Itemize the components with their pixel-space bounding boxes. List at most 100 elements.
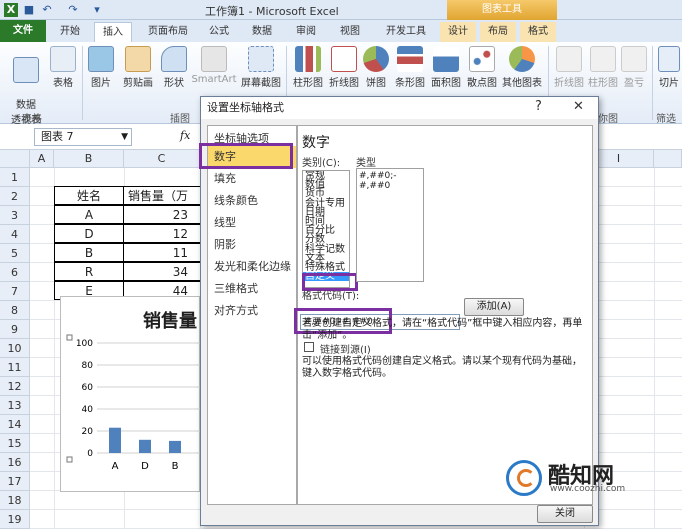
- column-header-c[interactable]: C: [124, 150, 200, 168]
- nav-item[interactable]: 线型: [208, 212, 296, 234]
- sales-chart[interactable]: 销售量 100 80 60 40 20 0 A D B: [60, 296, 201, 492]
- table-cell-name[interactable]: D: [54, 224, 124, 243]
- screenshot-button[interactable]: 屏幕截图: [238, 46, 284, 89]
- table-header-name[interactable]: 姓名: [54, 186, 124, 205]
- customize-toolbar-icon[interactable]: ▾: [90, 3, 104, 17]
- type-item[interactable]: #,##0;-#,##0: [359, 171, 421, 191]
- close-icon[interactable]: ✕: [573, 99, 584, 114]
- row-header[interactable]: 12: [0, 377, 30, 396]
- axis-selection-handle[interactable]: [66, 456, 73, 463]
- row-header[interactable]: 15: [0, 434, 30, 453]
- tab-review[interactable]: 审阅: [288, 22, 324, 42]
- tab-data[interactable]: 数据: [244, 22, 280, 42]
- column-header-a[interactable]: A: [30, 150, 54, 168]
- table-cell-name[interactable]: R: [54, 262, 124, 281]
- nav-item[interactable]: 填充: [208, 168, 296, 190]
- help-icon[interactable]: ?: [535, 99, 542, 114]
- row-header[interactable]: 9: [0, 320, 30, 339]
- nav-item[interactable]: 三维格式: [208, 278, 296, 300]
- row-header[interactable]: 13: [0, 396, 30, 415]
- chevron-down-icon[interactable]: ▼: [121, 129, 128, 145]
- shapes-button[interactable]: 形状: [160, 46, 188, 89]
- tab-formulas[interactable]: 公式: [202, 22, 236, 42]
- line-chart-button[interactable]: 折线图: [326, 46, 362, 89]
- scatter-chart-button[interactable]: 散点图: [464, 46, 500, 89]
- table-cell-sales[interactable]: 34: [123, 262, 201, 281]
- row-header[interactable]: 3: [0, 206, 30, 225]
- undo-icon[interactable]: ↶: [40, 3, 54, 17]
- note-text: 可以使用格式代码创建自定义格式。请以某个现有代码为基础，键入数字格式代码。: [302, 356, 582, 379]
- column-header-b[interactable]: B: [54, 150, 124, 168]
- slicer-button[interactable]: 切片: [656, 46, 682, 89]
- chart-bar[interactable]: [169, 440, 181, 453]
- row-header[interactable]: 5: [0, 244, 30, 263]
- row-header[interactable]: 8: [0, 301, 30, 320]
- table-button[interactable]: 表格: [48, 46, 78, 89]
- column-chart-icon: [295, 46, 321, 72]
- row-header[interactable]: 1: [0, 168, 30, 187]
- row-header[interactable]: 2: [0, 187, 30, 206]
- table-cell-sales[interactable]: 12: [123, 224, 201, 243]
- category-list[interactable]: 常规 数值 货币 会计专用 日期 时间 百分比 分数 科学记数 文本 特殊格式 自定义: [302, 170, 350, 288]
- panel-title: 数字: [302, 135, 330, 151]
- column-header-j[interactable]: [654, 150, 682, 168]
- pie-chart-button[interactable]: 饼图: [362, 46, 390, 89]
- select-all-corner[interactable]: [0, 150, 30, 168]
- row-header[interactable]: 10: [0, 339, 30, 358]
- group-label-filter: 筛选: [656, 114, 676, 125]
- table-cell-sales[interactable]: 11: [123, 243, 201, 262]
- type-list[interactable]: #,##0;-#,##0: [356, 168, 424, 282]
- sparkline-line-icon: [556, 46, 582, 72]
- redo-icon[interactable]: ↷: [66, 3, 80, 17]
- tab-page-layout[interactable]: 页面布局: [140, 22, 196, 42]
- nav-item[interactable]: 线条颜色: [208, 190, 296, 212]
- sparkline-winloss-button[interactable]: 盈亏: [620, 46, 648, 89]
- nav-item[interactable]: 发光和柔化边缘: [208, 256, 296, 278]
- save-icon[interactable]: ■: [22, 3, 36, 17]
- tab-home[interactable]: 开始: [52, 22, 88, 42]
- table-header-sales[interactable]: 销售量（万: [123, 186, 201, 205]
- nav-item[interactable]: 对齐方式: [208, 300, 296, 322]
- chart-bar[interactable]: [139, 439, 151, 453]
- tab-view[interactable]: 视图: [332, 22, 368, 42]
- name-box[interactable]: 图表 7 ▼: [34, 128, 132, 146]
- add-button[interactable]: 添加(A): [464, 298, 524, 316]
- axis-selection-handle[interactable]: [66, 334, 73, 341]
- pie-chart-icon: [363, 46, 389, 72]
- bar-chart-button[interactable]: 条形图: [392, 46, 428, 89]
- area-chart-button[interactable]: 面积图: [428, 46, 464, 89]
- row-header[interactable]: 11: [0, 358, 30, 377]
- row-header[interactable]: 4: [0, 225, 30, 244]
- shapes-icon: [161, 46, 187, 72]
- link-source-checkbox[interactable]: [304, 342, 314, 352]
- y-tick-label: 20: [82, 427, 94, 437]
- fx-icon[interactable]: fx: [180, 129, 190, 142]
- table-cell-sales[interactable]: 23: [123, 205, 201, 224]
- tab-design[interactable]: 设计: [440, 22, 476, 42]
- tab-developer[interactable]: 开发工具: [376, 22, 436, 42]
- chart-bar[interactable]: [109, 427, 121, 453]
- row-header[interactable]: 17: [0, 472, 30, 491]
- tab-insert[interactable]: 插入: [94, 22, 132, 42]
- tab-format[interactable]: 格式: [520, 22, 556, 42]
- tab-file[interactable]: 文件: [0, 20, 46, 42]
- column-chart-button[interactable]: 柱形图: [290, 46, 326, 89]
- other-chart-button[interactable]: 其他图表: [500, 46, 544, 89]
- row-header[interactable]: 18: [0, 491, 30, 510]
- row-header[interactable]: 16: [0, 453, 30, 472]
- tab-layout[interactable]: 布局: [480, 22, 516, 42]
- sparkline-column-button[interactable]: 柱形图: [586, 46, 620, 89]
- row-header[interactable]: 14: [0, 415, 30, 434]
- sparkline-line-button[interactable]: 折线图: [552, 46, 586, 89]
- smartart-button[interactable]: SmartArt: [190, 46, 238, 85]
- line-chart-icon: [331, 46, 357, 72]
- picture-button[interactable]: 图片: [86, 46, 116, 89]
- number-panel: 数字 类别(C): 类型 常规 数值 货币 会计专用 日期 时间 百分比 分数 科学记数 文本 特殊…: [294, 125, 593, 505]
- table-cell-name[interactable]: A: [54, 205, 124, 224]
- row-header[interactable]: 7: [0, 282, 30, 301]
- clipart-button[interactable]: 剪贴画: [118, 46, 158, 89]
- row-header[interactable]: 6: [0, 263, 30, 282]
- nav-item[interactable]: 阴影: [208, 234, 296, 256]
- row-header[interactable]: 19: [0, 510, 30, 529]
- table-cell-name[interactable]: B: [54, 243, 124, 262]
